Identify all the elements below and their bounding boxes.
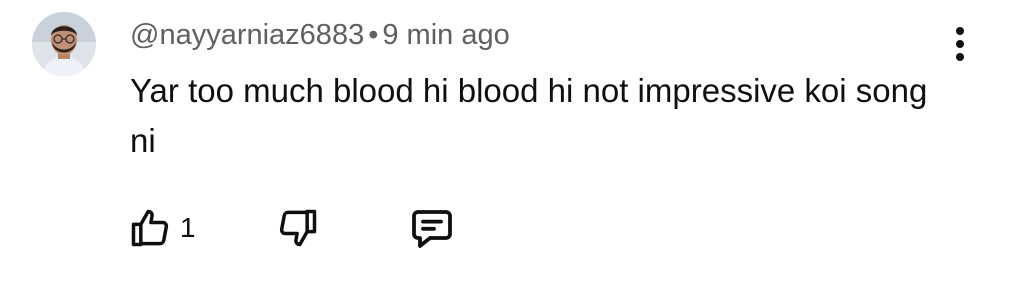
comment-actions: 1 bbox=[0, 200, 1024, 256]
reply-button[interactable] bbox=[408, 200, 456, 256]
avatar[interactable] bbox=[32, 12, 96, 76]
comment-timestamp[interactable]: 9 min ago bbox=[382, 19, 509, 51]
reply-comment-icon bbox=[412, 210, 452, 248]
like-button[interactable]: 1 bbox=[128, 200, 196, 256]
more-options-button[interactable] bbox=[944, 22, 976, 66]
comment-text: Yar too much blood hi blood hi not impre… bbox=[130, 72, 928, 159]
comment-item: @nayyarniaz6883 • 9 min ago Yar too much b… bbox=[0, 0, 1024, 302]
author-handle[interactable]: @nayyarniaz6883 bbox=[130, 19, 364, 51]
meta-separator: • bbox=[368, 19, 379, 51]
thumb-up-icon bbox=[131, 209, 169, 247]
thumb-down-icon bbox=[279, 209, 317, 247]
comment-meta: @nayyarniaz6883 • 9 min ago bbox=[130, 18, 510, 52]
avatar-image bbox=[32, 12, 96, 76]
dislike-button[interactable] bbox=[276, 200, 320, 256]
like-count: 1 bbox=[180, 212, 196, 243]
more-vert-icon bbox=[956, 27, 964, 61]
